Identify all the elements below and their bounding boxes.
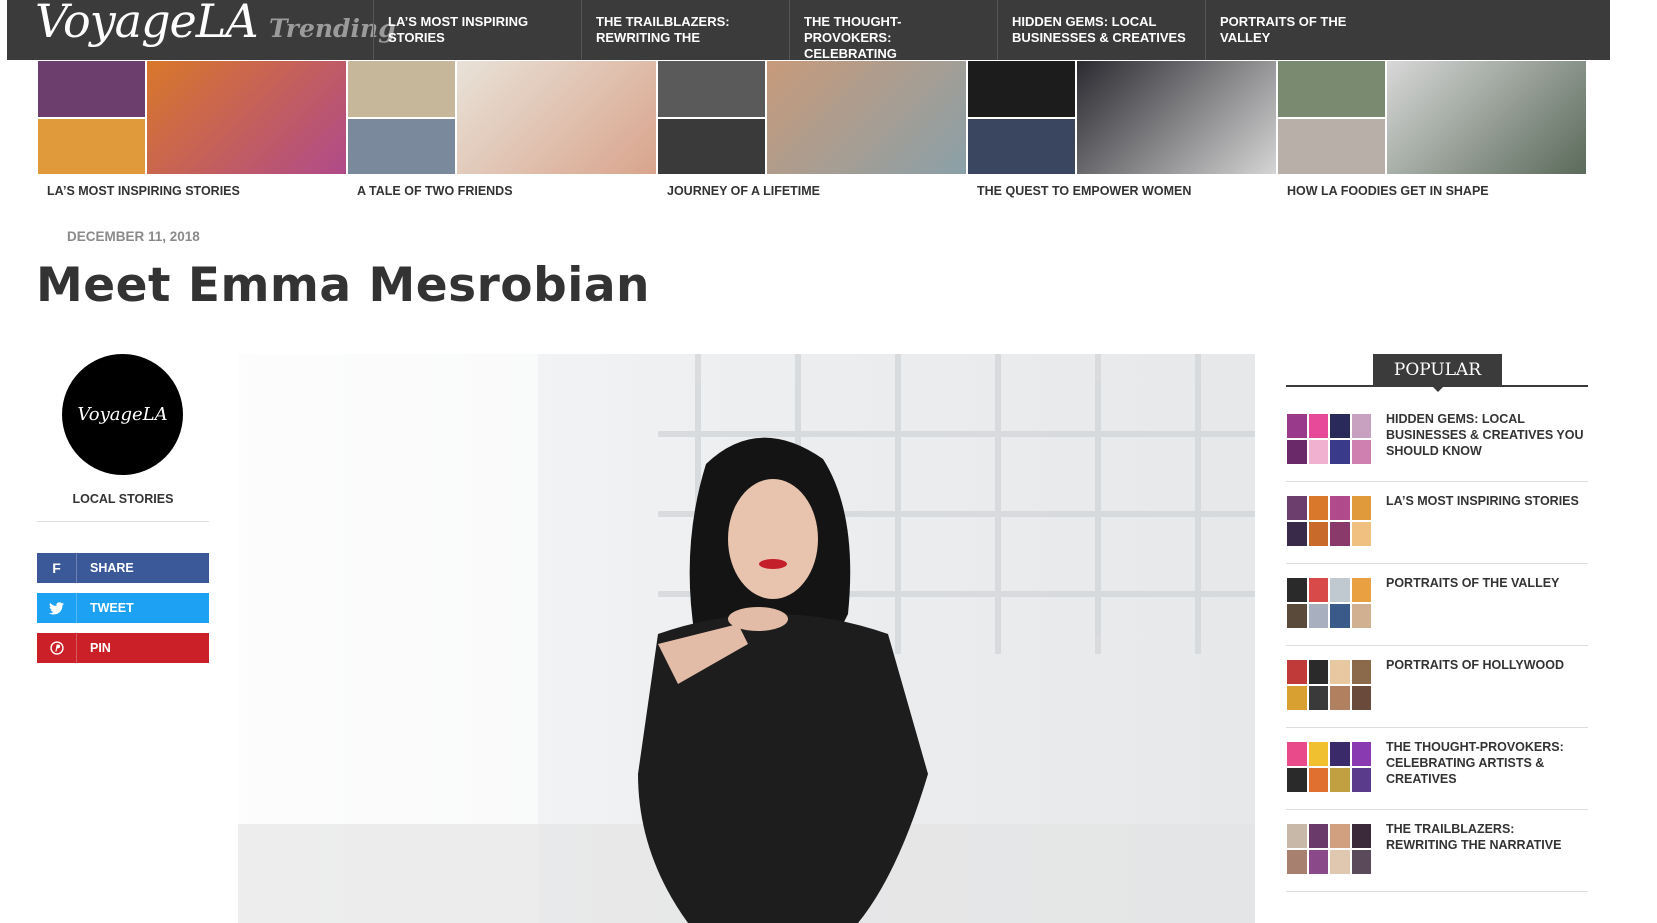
- popular-heading: POPULAR: [1373, 354, 1502, 385]
- popular-rule: [1286, 385, 1588, 387]
- popular-thumbnail[interactable]: [1286, 659, 1372, 711]
- pinterest-share-button[interactable]: PIN: [37, 633, 209, 663]
- article-title: Meet Emma Mesrobian: [36, 258, 651, 313]
- featured-caption[interactable]: JOURNEY OF A LIFETIME: [667, 184, 820, 198]
- share-label: SHARE: [90, 561, 134, 575]
- featured-image[interactable]: [347, 60, 657, 175]
- facebook-share-button[interactable]: f SHARE: [37, 553, 209, 583]
- featured-caption[interactable]: LA’S MOST INSPIRING STORIES: [47, 184, 240, 198]
- popular-item[interactable]: PORTRAITS OF HOLLYWOOD: [1286, 646, 1588, 728]
- facebook-icon: f: [37, 553, 77, 583]
- trending-item[interactable]: LA’S MOST INSPIRING STORIES: [373, 0, 563, 60]
- popular-item-title[interactable]: THE TRAILBLAZERS: REWRITING THE NARRATIV…: [1386, 821, 1586, 853]
- popular-item[interactable]: LA’S MOST INSPIRING STORIES: [1286, 482, 1588, 564]
- twitter-icon: [37, 593, 77, 623]
- popular-item-title[interactable]: PORTRAITS OF THE VALLEY: [1386, 575, 1586, 591]
- trending-item[interactable]: THE THOUGHT-PROVOKERS: CELEBRATING: [789, 0, 979, 60]
- article-hero-image: [238, 354, 1255, 923]
- tweet-label: TWEET: [90, 601, 134, 615]
- featured-image[interactable]: [1277, 60, 1587, 175]
- trending-item[interactable]: PORTRAITS OF THE VALLEY: [1205, 0, 1395, 60]
- featured-caption[interactable]: A TALE OF TWO FRIENDS: [357, 184, 513, 198]
- pin-label: PIN: [90, 641, 111, 655]
- popular-item[interactable]: PORTRAITS OF THE VALLEY: [1286, 564, 1588, 646]
- divider: [37, 521, 209, 522]
- popular-thumbnail[interactable]: [1286, 413, 1372, 465]
- popular-item-title[interactable]: LA’S MOST INSPIRING STORIES: [1386, 493, 1586, 509]
- popular-thumbnail[interactable]: [1286, 577, 1372, 629]
- top-nav-bar: VoyageLA Trending LA’S MOST INSPIRING ST…: [7, 0, 1610, 60]
- featured-image[interactable]: [657, 60, 967, 175]
- site-logo[interactable]: VoyageLA: [35, 0, 259, 48]
- avatar-logo-text: VoyageLA: [77, 404, 168, 425]
- featured-image[interactable]: [967, 60, 1277, 175]
- category-link[interactable]: LOCAL STORIES: [37, 492, 209, 506]
- popular-item-title[interactable]: HIDDEN GEMS: LOCAL BUSINESSES & CREATIVE…: [1386, 411, 1586, 459]
- popular-item[interactable]: THE THOUGHT-PROVOKERS: CELEBRATING ARTIS…: [1286, 728, 1588, 810]
- twitter-share-button[interactable]: TWEET: [37, 593, 209, 623]
- pinterest-icon: [37, 633, 77, 663]
- popular-item-title[interactable]: THE THOUGHT-PROVOKERS: CELEBRATING ARTIS…: [1386, 739, 1586, 787]
- featured-images: [37, 60, 1587, 175]
- featured-image[interactable]: [37, 60, 347, 175]
- trending-item[interactable]: HIDDEN GEMS: LOCAL BUSINESSES & CREATIVE…: [997, 0, 1187, 60]
- popular-thumbnail[interactable]: [1286, 823, 1372, 875]
- featured-caption[interactable]: HOW LA FOODIES GET IN SHAPE: [1287, 184, 1489, 198]
- popular-item[interactable]: THE TRAILBLAZERS: REWRITING THE NARRATIV…: [1286, 810, 1588, 892]
- featured-caption[interactable]: THE QUEST TO EMPOWER WOMEN: [977, 184, 1191, 198]
- popular-thumbnail[interactable]: [1286, 741, 1372, 793]
- trending-item[interactable]: THE TRAILBLAZERS: REWRITING THE: [581, 0, 771, 60]
- article-date: DECEMBER 11, 2018: [67, 229, 200, 244]
- popular-item-title[interactable]: PORTRAITS OF HOLLYWOOD: [1386, 657, 1586, 673]
- popular-thumbnail[interactable]: [1286, 495, 1372, 547]
- popular-item[interactable]: HIDDEN GEMS: LOCAL BUSINESSES & CREATIVE…: [1286, 400, 1588, 482]
- author-avatar[interactable]: VoyageLA: [62, 354, 183, 475]
